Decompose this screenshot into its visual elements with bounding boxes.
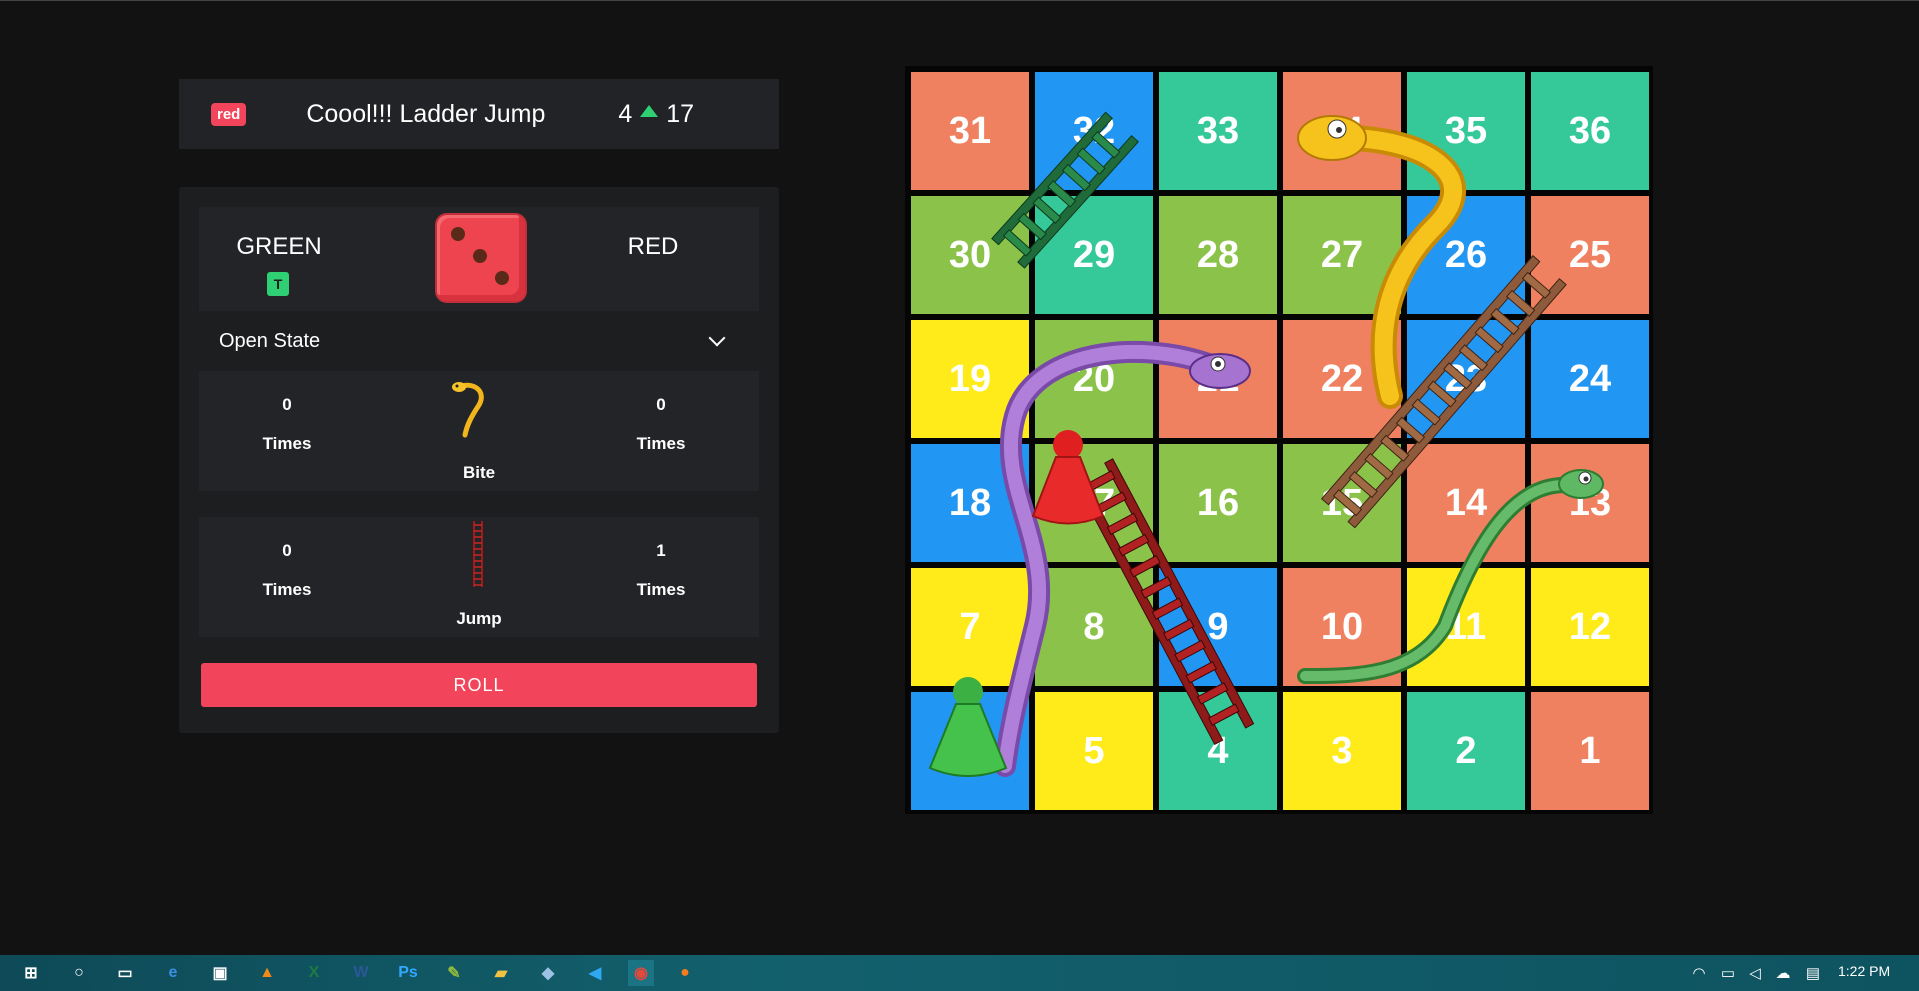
arrow-up-icon bbox=[640, 105, 659, 117]
taskbar-clock[interactable]: 1:22 PM bbox=[1838, 963, 1890, 979]
board-cell-30: 30 bbox=[911, 196, 1029, 314]
status-bar: red Coool!!! Ladder Jump 4 17 bbox=[179, 79, 779, 149]
game-board: 31 32 33 34 35 36 30 29 28 27 26 25 19 20 21 22 23 24 18 17… bbox=[905, 66, 1653, 814]
board-cell-15: 15 bbox=[1283, 444, 1401, 562]
bite-right-count: 0 bbox=[656, 395, 666, 414]
vlc-icon[interactable]: ▲ bbox=[254, 960, 280, 986]
chevron-down-icon bbox=[708, 329, 726, 347]
board-cell-1: 1 bbox=[1531, 692, 1649, 810]
open-state-label: Open State bbox=[219, 329, 321, 352]
word-icon[interactable]: W bbox=[348, 960, 374, 986]
board-cell-14: 14 bbox=[1407, 444, 1525, 562]
player-red-name: RED bbox=[627, 233, 679, 260]
board-cell-28: 28 bbox=[1159, 196, 1277, 314]
board-cell-26: 26 bbox=[1407, 196, 1525, 314]
bite-right-unit: Times bbox=[636, 434, 686, 453]
move-from: 4 bbox=[618, 99, 633, 128]
excel-icon[interactable]: X bbox=[301, 960, 327, 986]
jump-label: Jump bbox=[456, 609, 502, 628]
ladder-icon bbox=[473, 521, 483, 587]
bite-left-count: 0 bbox=[282, 395, 292, 414]
jump-right-unit: Times bbox=[636, 580, 686, 599]
bite-stats: 0 Times Bite 0 Times bbox=[199, 371, 759, 491]
board-cell-12: 12 bbox=[1531, 568, 1649, 686]
dice-pip bbox=[473, 249, 487, 263]
photoshop-icon[interactable]: Ps bbox=[395, 960, 421, 986]
board-cell-7: 7 bbox=[911, 568, 1029, 686]
battery-icon[interactable]: ▭ bbox=[1715, 960, 1741, 986]
wifi-icon[interactable]: ◠ bbox=[1686, 960, 1712, 986]
board-cell-8: 8 bbox=[1035, 568, 1153, 686]
dice[interactable] bbox=[435, 213, 527, 303]
roll-button[interactable]: ROLL bbox=[201, 663, 757, 707]
taskbar: 1:22 PM ⊞ ○ ▭ e ▣ ▲ X W Ps ✎ ▰ ◆ ◀ ◉ ● ◠ ▭ ◁ ☁ ▤ bbox=[0, 955, 1919, 991]
chrome-icon[interactable]: ◉ bbox=[628, 960, 654, 986]
file-explorer-icon[interactable]: ▰ bbox=[488, 960, 514, 986]
board-cell-36: 36 bbox=[1531, 72, 1649, 190]
board-cell-34: 34 bbox=[1283, 72, 1401, 190]
task-view-icon[interactable]: ▭ bbox=[112, 960, 138, 986]
board-cell-29: 29 bbox=[1035, 196, 1153, 314]
board-cell-2: 2 bbox=[1407, 692, 1525, 810]
move-to: 17 bbox=[666, 99, 695, 128]
control-panel: GREEN T RED Open State 0 Times Bite 0 Ti… bbox=[179, 187, 779, 733]
windows-start-icon[interactable]: ⊞ bbox=[18, 960, 44, 986]
board-cell-10: 10 bbox=[1283, 568, 1401, 686]
move-info: 4 17 bbox=[618, 100, 694, 129]
dice-pip bbox=[451, 227, 465, 241]
bite-left-unit: Times bbox=[262, 434, 312, 453]
players-row: GREEN T RED bbox=[199, 207, 759, 311]
jump-right-count: 1 bbox=[656, 541, 666, 560]
player-badge: red bbox=[211, 102, 247, 126]
board-cell-9: 9 bbox=[1159, 568, 1277, 686]
jump-stats: 0 Times Jump 1 Times bbox=[199, 517, 759, 637]
app-icon[interactable]: ◆ bbox=[535, 960, 561, 986]
board-cell-3: 3 bbox=[1283, 692, 1401, 810]
status-message: Coool!!! Ladder Jump bbox=[306, 99, 546, 128]
turn-badge: T bbox=[267, 272, 289, 296]
bite-label: Bite bbox=[462, 463, 496, 482]
notepad-icon[interactable]: ✎ bbox=[441, 960, 467, 986]
cortana-icon[interactable]: ○ bbox=[66, 960, 92, 986]
board-cell-19: 19 bbox=[911, 320, 1029, 438]
board-cell-24: 24 bbox=[1531, 320, 1649, 438]
jump-left-count: 0 bbox=[282, 541, 292, 560]
board-cell-32: 32 bbox=[1035, 72, 1153, 190]
window-top-border bbox=[0, 0, 1919, 1]
open-state-select[interactable]: Open State bbox=[199, 311, 759, 371]
cloud-icon[interactable]: ☁ bbox=[1770, 960, 1796, 986]
board-cell-18: 18 bbox=[911, 444, 1029, 562]
board-cell-13: 13 bbox=[1531, 444, 1649, 562]
volume-icon[interactable]: ◁ bbox=[1742, 960, 1768, 986]
player-green-name: GREEN bbox=[236, 233, 322, 260]
board-cell-22: 22 bbox=[1283, 320, 1401, 438]
store-icon[interactable]: ▣ bbox=[207, 960, 233, 986]
board-cell-33: 33 bbox=[1159, 72, 1277, 190]
board-cell-31: 31 bbox=[911, 72, 1029, 190]
snake-icon bbox=[452, 382, 484, 438]
board-cell-16: 16 bbox=[1159, 444, 1277, 562]
board-cell-11: 11 bbox=[1407, 568, 1525, 686]
board-cell-21: 21 bbox=[1159, 320, 1277, 438]
firefox-icon[interactable]: ● bbox=[672, 960, 698, 986]
dice-pip bbox=[495, 271, 509, 285]
board-cell-20: 20 bbox=[1035, 320, 1153, 438]
notification-icon[interactable]: ▤ bbox=[1800, 960, 1826, 986]
jump-left-unit: Times bbox=[262, 580, 312, 599]
board-cell-4: 4 bbox=[1159, 692, 1277, 810]
edge-icon[interactable]: e bbox=[160, 960, 186, 986]
board-cell-35: 35 bbox=[1407, 72, 1525, 190]
board-cell-5: 5 bbox=[1035, 692, 1153, 810]
board-cell-23: 23 bbox=[1407, 320, 1525, 438]
board-cell-27: 27 bbox=[1283, 196, 1401, 314]
board-cell-25: 25 bbox=[1531, 196, 1649, 314]
board-cell-17: 17 bbox=[1035, 444, 1153, 562]
board-cell-6: 6 bbox=[911, 692, 1029, 810]
vscode-icon[interactable]: ◀ bbox=[582, 960, 608, 986]
